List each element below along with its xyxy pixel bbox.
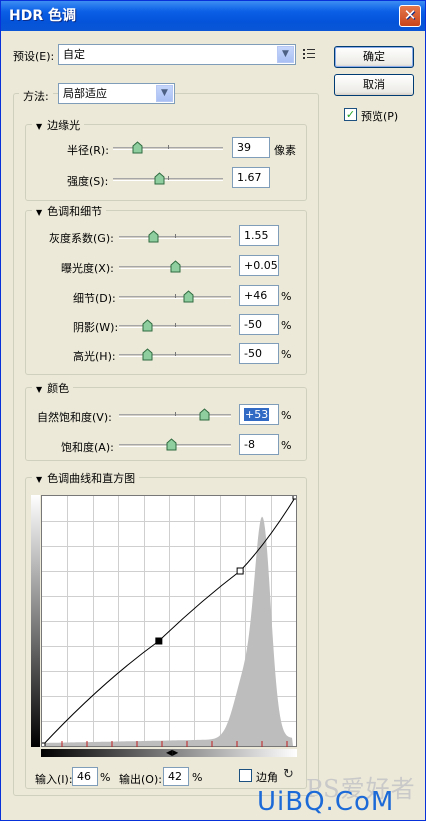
collapse-triangle-icon[interactable]: ▼ — [36, 385, 42, 394]
highlight-field[interactable]: -50 — [239, 343, 279, 364]
input-field[interactable]: 46 — [72, 767, 98, 786]
reset-icon[interactable]: ↻ — [283, 767, 294, 782]
highlight-slider[interactable] — [119, 348, 231, 361]
vibrance-field[interactable]: +53 — [239, 404, 279, 425]
output-unit: % — [192, 771, 203, 784]
collapse-triangle-icon[interactable]: ▼ — [36, 475, 42, 484]
cancel-button[interactable]: 取消 — [334, 74, 414, 96]
slider-thumb[interactable] — [132, 141, 143, 154]
shadow-slider[interactable] — [119, 319, 231, 332]
slider-thumb[interactable] — [148, 230, 159, 243]
ok-button[interactable]: 确定 — [334, 46, 414, 68]
curve-graph[interactable] — [41, 495, 297, 747]
shadow-field[interactable]: -50 — [239, 314, 279, 335]
detail-unit: % — [281, 290, 292, 303]
slider-center-tick — [168, 176, 169, 180]
vibrance-slider[interactable] — [119, 408, 231, 421]
shadow-label: 阴影(W): — [73, 321, 119, 334]
vibrance-unit: % — [281, 409, 292, 422]
preset-select[interactable]: 自定 ▼ — [58, 44, 296, 65]
corner-label: 边角 — [256, 771, 278, 784]
gamma-label: 灰度系数(G): — [49, 232, 114, 245]
watermark-logo: UiBQ.CoM — [257, 787, 395, 817]
radius-slider[interactable] — [113, 141, 223, 154]
preview-label: 预览(P) — [361, 110, 399, 123]
edge-glow-title[interactable]: ▼ 边缘光 — [32, 117, 85, 133]
radius-field[interactable]: 39 — [232, 137, 270, 158]
tone-detail-title[interactable]: ▼ 色调和细节 — [32, 203, 107, 219]
input-unit: % — [100, 771, 111, 784]
vibrance-label: 自然饱和度(V): — [37, 411, 112, 424]
gamma-field[interactable]: 1.55 — [239, 225, 279, 246]
slider-center-tick — [175, 234, 176, 238]
strength-label: 强度(S): — [67, 175, 109, 188]
curve-title[interactable]: ▼ 色调曲线和直方图 — [32, 470, 140, 486]
saturation-field[interactable]: -8 — [239, 434, 279, 455]
title-bar: HDR 色调 ✕ — [1, 1, 425, 31]
exposure-label: 曝光度(X): — [61, 262, 114, 275]
curve-point[interactable] — [236, 567, 244, 575]
output-gradient-bar — [31, 495, 40, 747]
hdr-toning-dialog: HDR 色调 ✕ 预设(E): 自定 ▼ 确定 取消 ✓ 预览(P) 方法: 局… — [0, 0, 426, 821]
exposure-field[interactable]: +0.05 — [239, 255, 279, 276]
vibrance-value: +53 — [244, 408, 270, 421]
preview-checkbox[interactable]: ✓ — [344, 108, 357, 121]
slider-thumb[interactable] — [170, 260, 181, 273]
shadow-unit: % — [281, 319, 292, 332]
collapse-triangle-icon[interactable]: ▼ — [36, 208, 42, 217]
slider-center-tick — [175, 294, 176, 298]
highlight-label: 高光(H): — [73, 350, 116, 363]
saturation-unit: % — [281, 439, 292, 452]
slider-center-tick — [175, 412, 176, 416]
method-label: 方法: — [23, 90, 49, 103]
corner-checkbox[interactable] — [239, 769, 252, 782]
strength-slider[interactable] — [113, 172, 223, 185]
edge-glow-group: ▼ 边缘光 — [25, 117, 307, 201]
strength-field[interactable]: 1.67 — [232, 167, 270, 188]
chevron-down-icon[interactable]: ▼ — [156, 85, 173, 102]
arrow-left-right-icon[interactable]: ◀▶ — [166, 748, 178, 757]
method-header: 方法: — [19, 84, 53, 104]
curve-point[interactable] — [292, 496, 296, 500]
detail-label: 细节(D): — [73, 292, 116, 305]
slider-thumb[interactable] — [183, 290, 194, 303]
detail-field[interactable]: +46 — [239, 285, 279, 306]
preset-value: 自定 — [63, 48, 85, 61]
preset-label: 预设(E): — [13, 50, 55, 63]
close-button[interactable]: ✕ — [399, 5, 421, 27]
collapse-triangle-icon[interactable]: ▼ — [36, 122, 42, 131]
window-title: HDR 色调 — [9, 8, 76, 24]
list-menu-icon[interactable] — [302, 47, 316, 61]
slider-thumb[interactable] — [142, 319, 153, 332]
highlight-unit: % — [281, 348, 292, 361]
output-label: 输出(O): — [119, 773, 162, 786]
saturation-label: 饱和度(A): — [61, 441, 114, 454]
saturation-slider[interactable] — [119, 438, 231, 451]
slider-center-tick — [175, 352, 176, 356]
method-value: 局部适应 — [63, 87, 107, 100]
radius-unit: 像素 — [274, 144, 296, 157]
chevron-down-icon[interactable]: ▼ — [277, 46, 294, 63]
radius-label: 半径(R): — [67, 144, 109, 157]
slider-center-tick — [175, 323, 176, 327]
gamma-slider[interactable] — [119, 230, 231, 243]
output-field[interactable]: 42 — [163, 767, 189, 786]
exposure-slider[interactable] — [119, 260, 231, 273]
slider-thumb[interactable] — [142, 348, 153, 361]
input-label: 输入(I): — [35, 773, 73, 786]
slider-center-tick — [168, 145, 169, 149]
curve-point[interactable] — [155, 637, 163, 645]
method-select[interactable]: 局部适应 ▼ — [58, 83, 175, 104]
slider-thumb[interactable] — [199, 408, 210, 421]
slider-thumb[interactable] — [154, 172, 165, 185]
color-title[interactable]: ▼ 颜色 — [32, 380, 74, 396]
slider-thumb[interactable] — [166, 438, 177, 451]
detail-slider[interactable] — [119, 290, 231, 303]
